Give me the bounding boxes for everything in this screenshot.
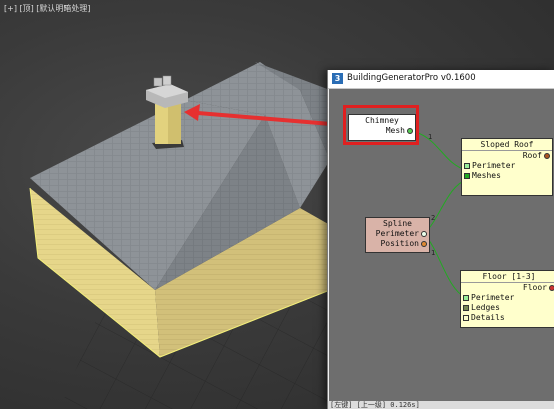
input-port[interactable] — [463, 295, 469, 301]
wire-index-label: 1 — [428, 133, 433, 141]
window-title: BuildingGeneratorPro v0.1600 — [347, 73, 476, 83]
viewport-label[interactable]: [+] [顶] [默认明暗处理] — [4, 3, 91, 14]
node-graph-canvas[interactable]: 1 2 1 Chimney Mesh Sloped Roof Roof Peri… — [329, 89, 554, 401]
output-port[interactable] — [544, 153, 550, 159]
input-port[interactable] — [464, 173, 470, 179]
input-label: Perimeter — [471, 293, 515, 302]
node-title: Floor [1-3] — [461, 271, 554, 283]
highlight-annotation — [343, 105, 419, 145]
status-text: [左键] [上一级] 0.126s] — [330, 401, 420, 409]
input-label: Perimeter — [472, 161, 516, 170]
output-port[interactable] — [421, 231, 427, 237]
node-title: Sloped Roof — [462, 139, 552, 151]
app-icon: 3 — [332, 73, 343, 84]
output-label: Roof — [522, 151, 542, 160]
chimney-pots — [153, 77, 163, 87]
status-bar: [左键] [上一级] 0.126s] — [328, 401, 554, 409]
output-label: Floor — [522, 283, 547, 292]
wire-chimney-to-roof — [414, 131, 467, 171]
input-label: Meshes — [472, 171, 501, 180]
node-spline[interactable]: Spline Perimeter Position — [365, 217, 430, 253]
output-port[interactable] — [421, 241, 427, 247]
wire-index-label: 1 — [431, 249, 436, 257]
node-title: Spline — [383, 219, 412, 228]
node-floor[interactable]: Floor [1-3] Floor Perimeter Ledges Detai… — [460, 270, 554, 328]
wire-index-label: 2 — [431, 214, 436, 222]
input-port[interactable] — [463, 305, 469, 311]
input-label: Details — [471, 313, 505, 322]
output-label: Position — [380, 239, 419, 248]
filter-icon[interactable]: ▿ — [64, 3, 69, 13]
input-port[interactable] — [464, 163, 470, 169]
wire-spline-to-floor — [423, 233, 466, 298]
input-label: Ledges — [471, 303, 500, 312]
input-port[interactable] — [463, 315, 469, 321]
window-titlebar[interactable]: 3 BuildingGeneratorPro v0.1600 — [328, 70, 554, 89]
node-graph-window: 3 BuildingGeneratorPro v0.1600 1 2 1 Chi… — [327, 70, 554, 409]
output-label: Perimeter — [375, 229, 419, 238]
node-sloped-roof[interactable]: Sloped Roof Roof Perimeter Meshes — [461, 138, 553, 196]
output-port[interactable] — [549, 285, 554, 291]
wire-spline-to-roof — [423, 179, 467, 235]
